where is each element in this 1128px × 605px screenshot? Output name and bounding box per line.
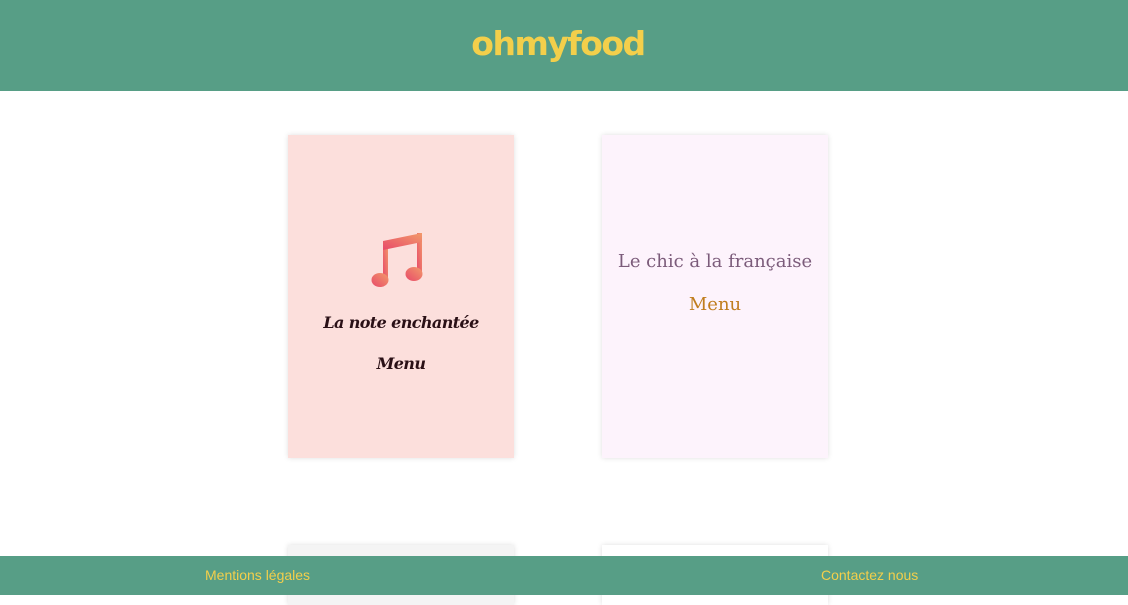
- site-footer: Mentions légales Contactez nous: [0, 556, 1128, 595]
- restaurant-card-note-enchantee[interactable]: La note enchantée Menu: [288, 135, 514, 458]
- site-header: ohmyfood: [0, 0, 1128, 91]
- site-logo[interactable]: ohmyfood: [471, 24, 646, 63]
- menu-link[interactable]: Menu: [377, 354, 426, 373]
- legal-notice-link[interactable]: Mentions légales: [205, 567, 310, 583]
- menu-link[interactable]: Menu: [689, 294, 741, 315]
- restaurant-grid: La note enchantée Menu Le chic à la fran…: [0, 91, 1128, 605]
- restaurant-name: Le chic à la française: [617, 250, 813, 272]
- music-note-icon: [371, 232, 423, 287]
- restaurant-name: La note enchantée: [323, 312, 479, 332]
- restaurant-card-chic-francaise[interactable]: Le chic à la française Menu: [602, 135, 828, 458]
- contact-link[interactable]: Contactez nous: [821, 567, 918, 583]
